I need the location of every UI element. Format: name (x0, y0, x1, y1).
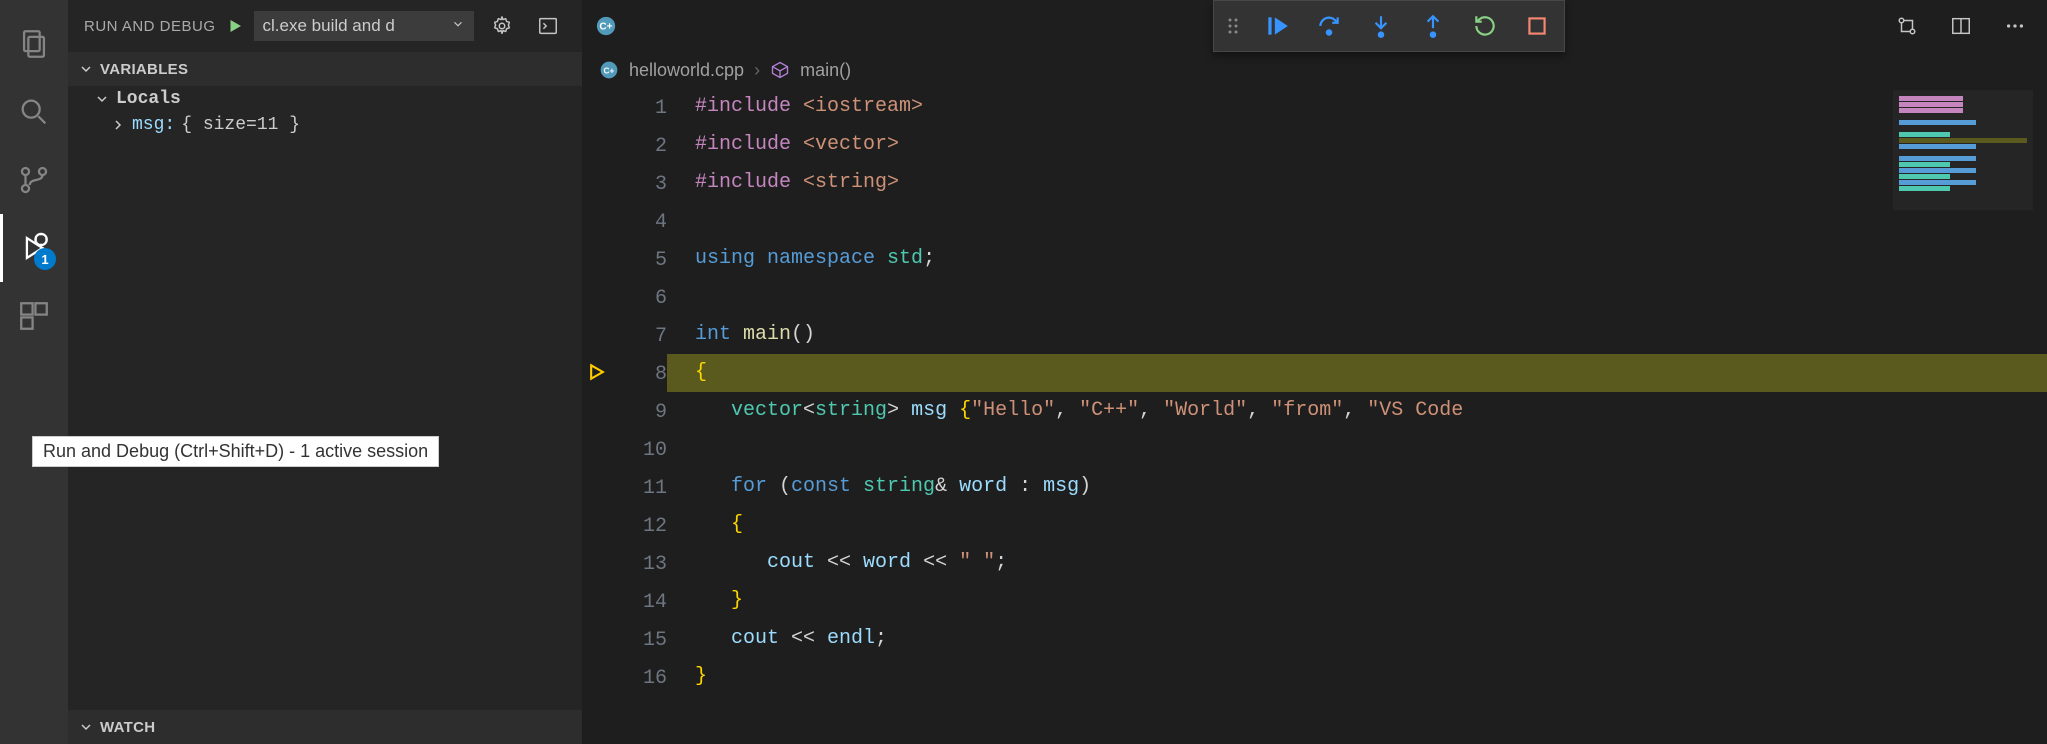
variables-section[interactable]: VARIABLES (68, 52, 582, 86)
variable-name: msg: (132, 115, 175, 135)
step-out-icon (1420, 13, 1446, 39)
settings-button[interactable] (484, 8, 520, 44)
split-editor-button[interactable] (1943, 8, 1979, 44)
extensions-tab[interactable] (0, 282, 68, 350)
chevron-down-icon (78, 61, 94, 77)
stop-icon (1524, 13, 1550, 39)
gear-icon (491, 15, 513, 37)
compare-button[interactable] (1889, 8, 1925, 44)
code-line[interactable]: for (const string& word : msg) (695, 468, 2047, 506)
continue-button[interactable] (1262, 11, 1292, 41)
cpp-file-icon: C+ (599, 60, 619, 80)
breadcrumb-file[interactable]: helloworld.cpp (629, 60, 744, 81)
variables-label: VARIABLES (100, 61, 188, 78)
terminal-icon (537, 15, 559, 37)
source-control-tab[interactable] (0, 146, 68, 214)
stop-button[interactable] (1522, 11, 1552, 41)
line-number-gutter[interactable]: 12345678910111213141516 (611, 88, 667, 744)
code-line[interactable]: #include <vector> (695, 126, 2047, 164)
breadcrumb-separator: › (754, 60, 760, 81)
code-line[interactable]: #include <iostream> (695, 88, 2047, 126)
drag-handle-icon[interactable] (1226, 16, 1240, 36)
files-icon (17, 27, 51, 61)
debug-toolbar[interactable] (1213, 0, 1565, 52)
locals-scope[interactable]: Locals (68, 86, 582, 112)
step-over-icon (1316, 13, 1342, 39)
ellipsis-icon (2004, 15, 2026, 37)
step-over-button[interactable] (1314, 11, 1344, 41)
svg-text:C+: C+ (599, 22, 612, 33)
step-into-button[interactable] (1366, 11, 1396, 41)
code-line[interactable]: vector<string> msg {"Hello", "C++", "Wor… (695, 392, 2047, 430)
debug-side-panel: RUN AND DEBUG cl.exe build and d VARIABL… (68, 0, 583, 744)
explorer-tab[interactable] (0, 10, 68, 78)
minimap[interactable] (1893, 90, 2033, 210)
code-line[interactable]: { (695, 506, 2047, 544)
code-line[interactable]: } (695, 582, 2047, 620)
debug-config-select[interactable]: cl.exe build and d (254, 11, 474, 41)
more-button[interactable] (1997, 8, 2033, 44)
code-editor[interactable]: 12345678910111213141516 #include <iostre… (583, 88, 2047, 744)
activity-bar: 1 (0, 0, 68, 744)
code-line[interactable] (695, 202, 2047, 240)
chevron-down-icon (94, 91, 110, 107)
variable-row-msg[interactable]: msg: { size=11 } (68, 112, 582, 138)
breadcrumb[interactable]: C+ helloworld.cpp › main() (583, 52, 2047, 88)
run-debug-tab[interactable]: 1 (0, 214, 68, 282)
debug-header: RUN AND DEBUG cl.exe build and d (68, 0, 582, 52)
chevron-right-icon (110, 117, 126, 133)
editor-actions (1889, 8, 2033, 44)
variables-tree: Locals msg: { size=11 } (68, 86, 582, 710)
locals-label: Locals (116, 89, 181, 109)
restart-button[interactable] (1470, 11, 1500, 41)
svg-text:C+: C+ (604, 65, 615, 75)
glyph-margin (583, 88, 611, 744)
code-line[interactable]: cout << endl; (695, 620, 2047, 658)
step-into-icon (1368, 13, 1394, 39)
cpp-file-icon: C+ (595, 15, 617, 37)
execution-pointer-icon (587, 362, 607, 387)
watch-section[interactable]: WATCH (68, 710, 582, 744)
search-tab[interactable] (0, 78, 68, 146)
breadcrumb-symbol[interactable]: main() (800, 60, 851, 81)
branch-icon (17, 163, 51, 197)
step-out-button[interactable] (1418, 11, 1448, 41)
method-icon (770, 60, 790, 80)
code-line[interactable]: using namespace std; (695, 240, 2047, 278)
start-debug-icon[interactable] (226, 17, 244, 35)
chevron-down-icon (451, 16, 465, 36)
debug-badge: 1 (34, 248, 56, 270)
search-icon (17, 95, 51, 129)
run-debug-tooltip: Run and Debug (Ctrl+Shift+D) - 1 active … (32, 436, 439, 467)
compare-icon (1896, 15, 1918, 37)
editor-area: C+ (583, 0, 2047, 744)
debug-console-button[interactable] (530, 8, 566, 44)
debug-config-label: cl.exe build and d (263, 16, 395, 36)
watch-label: WATCH (100, 719, 155, 736)
variable-value: { size=11 } (181, 115, 300, 135)
continue-icon (1264, 13, 1290, 39)
panel-title: RUN AND DEBUG (84, 18, 216, 35)
extensions-icon (17, 299, 51, 333)
code-line[interactable]: } (695, 658, 2047, 696)
code-line[interactable] (695, 430, 2047, 468)
restart-icon (1472, 13, 1498, 39)
code-line[interactable] (695, 278, 2047, 316)
code-line[interactable]: int main() (695, 316, 2047, 354)
code-line[interactable]: cout << word << " "; (695, 544, 2047, 582)
chevron-down-icon (78, 719, 94, 735)
split-icon (1950, 15, 1972, 37)
code-line[interactable]: { (667, 354, 2047, 392)
code-line[interactable]: #include <string> (695, 164, 2047, 202)
code-content[interactable]: #include <iostream>#include <vector>#inc… (667, 88, 2047, 744)
